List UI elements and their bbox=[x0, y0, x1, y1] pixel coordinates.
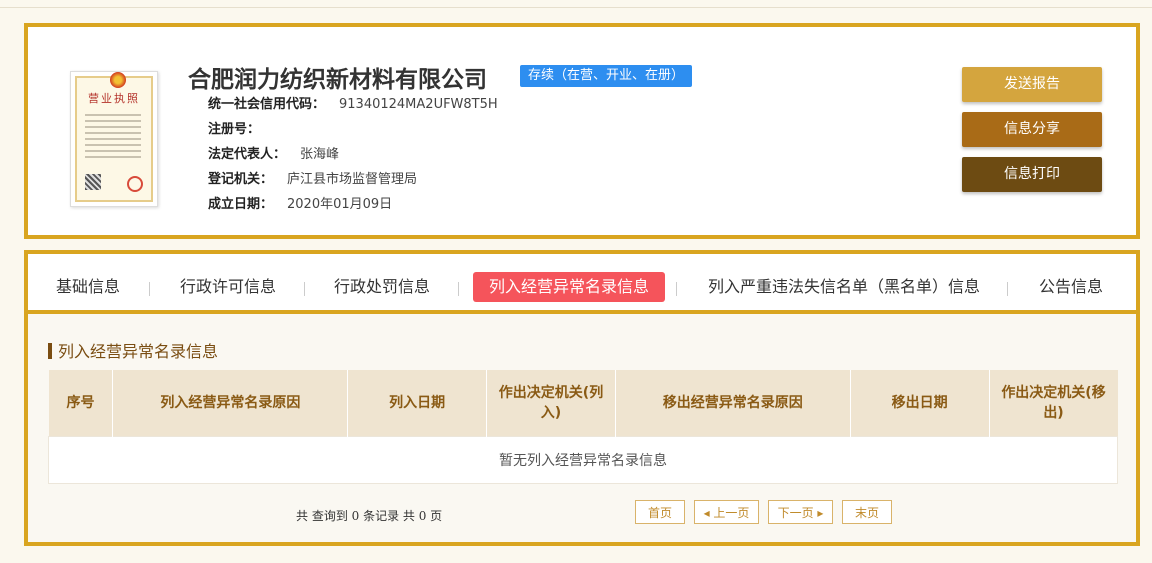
empty-message: 暂无列入经营异常名录信息 bbox=[48, 436, 1118, 484]
tab-announcements[interactable]: 公告信息 bbox=[1039, 272, 1103, 302]
business-license-image[interactable]: 营业执照 bbox=[70, 71, 158, 207]
tab-separator bbox=[676, 282, 677, 296]
tab-admin-license[interactable]: 行政许可信息 bbox=[180, 272, 276, 302]
col-list-date: 列入日期 bbox=[347, 370, 488, 437]
prev-page-button[interactable]: ◂ 上一页 bbox=[694, 500, 759, 524]
tab-basic-info[interactable]: 基础信息 bbox=[56, 272, 120, 302]
seal-icon bbox=[127, 176, 143, 192]
company-name: 合肥润力纺织新材料有限公司 bbox=[188, 66, 487, 93]
col-remove-authority: 作出决定机关(移出) bbox=[989, 370, 1118, 437]
tab-separator bbox=[149, 282, 150, 296]
col-index: 序号 bbox=[48, 370, 114, 437]
col-list-reason: 列入经营异常名录原因 bbox=[112, 370, 349, 437]
send-report-button[interactable]: 发送报告 bbox=[962, 67, 1102, 102]
section-title: 列入经营异常名录信息 bbox=[48, 338, 218, 362]
records-panel: 基础信息 行政许可信息 行政处罚信息 列入经营异常名录信息 列入严重违法失信名单… bbox=[24, 250, 1140, 546]
field-established-date: 成立日期： 2020年01月09日 bbox=[208, 197, 393, 212]
table-row: 暂无列入经营异常名录信息 bbox=[48, 436, 1118, 484]
license-title: 营业执照 bbox=[88, 92, 140, 105]
status-badge: 存续（在营、开业、在册） bbox=[520, 65, 693, 87]
share-info-button[interactable]: 信息分享 bbox=[962, 112, 1102, 147]
field-legal-rep: 法定代表人： 张海峰 bbox=[208, 147, 340, 162]
license-frame: 营业执照 bbox=[75, 72, 153, 202]
col-list-authority: 作出决定机关(列入) bbox=[486, 370, 616, 437]
next-page-button[interactable]: 下一页 ▸ bbox=[768, 500, 833, 524]
tab-separator bbox=[1007, 282, 1008, 296]
tab-abnormal-operation[interactable]: 列入经营异常名录信息 bbox=[473, 272, 666, 302]
license-text-lines bbox=[85, 110, 141, 162]
abnormal-records-table: 序号 列入经营异常名录原因 列入日期 作出决定机关(列入) 移出经营异常名录原因… bbox=[48, 370, 1118, 484]
tab-separator bbox=[304, 282, 305, 296]
qr-code-icon bbox=[85, 174, 101, 190]
print-info-button[interactable]: 信息打印 bbox=[962, 157, 1102, 192]
table-header-row: 序号 列入经营异常名录原因 列入日期 作出决定机关(列入) 移出经营异常名录原因… bbox=[48, 370, 1118, 437]
first-page-button[interactable]: 首页 bbox=[635, 500, 685, 524]
tab-blacklist[interactable]: 列入严重违法失信名单（黑名单）信息 bbox=[708, 272, 980, 302]
company-info-panel: 营业执照 合肥润力纺织新材料有限公司 存续（在营、开业、在册） 统一社会信用代码… bbox=[24, 23, 1140, 239]
top-divider bbox=[0, 7, 1152, 8]
field-reg-authority: 登记机关： 庐江县市场监督管理局 bbox=[208, 172, 418, 187]
col-remove-date: 移出日期 bbox=[850, 370, 990, 437]
national-emblem-icon bbox=[110, 72, 126, 88]
pager-info: 共 查询到 0 条记录 共 0 页 bbox=[296, 509, 443, 523]
tab-admin-penalty[interactable]: 行政处罚信息 bbox=[334, 272, 430, 302]
tab-separator bbox=[458, 282, 459, 296]
col-remove-reason: 移出经营异常名录原因 bbox=[615, 370, 851, 437]
tab-bar: 基础信息 行政许可信息 行政处罚信息 列入经营异常名录信息 列入严重违法失信名单… bbox=[28, 254, 1136, 314]
field-reg-number: 注册号： bbox=[208, 122, 261, 137]
last-page-button[interactable]: 末页 bbox=[842, 500, 892, 524]
field-credit-code: 统一社会信用代码： 91340124MA2UFW8T5H bbox=[208, 97, 498, 112]
